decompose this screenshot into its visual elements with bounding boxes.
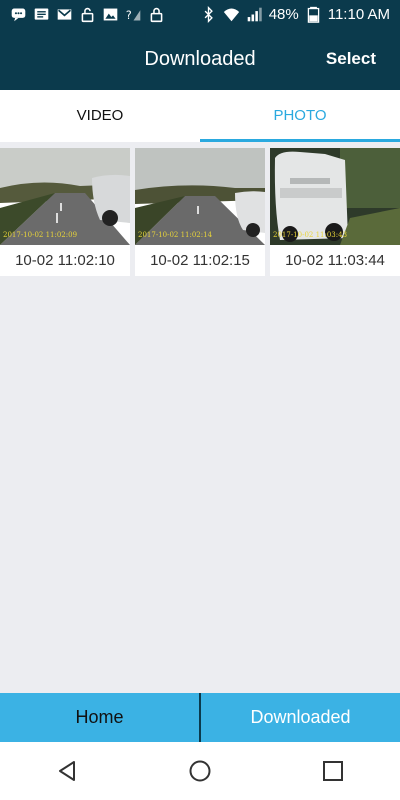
battery-percent: 48% <box>268 5 299 23</box>
clock: 11:10 AM <box>327 5 390 23</box>
select-button[interactable]: Select <box>326 28 376 90</box>
battery-icon <box>305 6 322 23</box>
photo-thumbnail: 2017-10-02 11:02:09 <box>0 148 130 245</box>
notification-icons: ? <box>10 6 165 23</box>
cell-signal-icon <box>246 6 263 23</box>
home-tab[interactable]: Home <box>0 693 201 742</box>
photo-caption: 10-02 11:02:15 <box>150 252 250 269</box>
app-header: Downloaded Select <box>0 28 400 90</box>
image-icon <box>102 6 119 23</box>
media-tabs: VIDEO PHOTO <box>0 90 400 142</box>
system-nav-bar <box>0 742 400 800</box>
downloaded-tab[interactable]: Downloaded <box>201 693 400 742</box>
gmail-icon <box>56 6 73 23</box>
svg-text:?: ? <box>126 8 132 21</box>
photo-item[interactable]: 2017-10-02 11:02:09 10-02 11:02:10 <box>0 148 130 276</box>
photo-caption: 10-02 11:02:10 <box>15 252 115 269</box>
photo-timestamp: 2017-10-02 11:03:43 <box>273 231 348 239</box>
photo-item[interactable]: 2017-10-02 11:02:14 10-02 11:02:15 <box>135 148 265 276</box>
chat-icon <box>10 6 27 23</box>
photo-thumbnail: 2017-10-02 11:03:43 <box>270 148 400 245</box>
photo-item[interactable]: 2017-10-02 11:03:43 10-02 11:03:44 <box>270 148 400 276</box>
message-icon <box>33 6 50 23</box>
tab-video[interactable]: VIDEO <box>0 90 200 142</box>
lock-icon <box>148 6 165 23</box>
signal-question-icon: ? <box>125 6 142 23</box>
tab-photo[interactable]: PHOTO <box>200 90 400 142</box>
photo-timestamp: 2017-10-02 11:02:14 <box>138 231 213 239</box>
photo-thumbnail: 2017-10-02 11:02:14 <box>135 148 265 245</box>
bluetooth-icon <box>200 5 217 23</box>
lock-open-icon <box>79 6 96 23</box>
recents-icon[interactable] <box>313 751 353 791</box>
photo-timestamp: 2017-10-02 11:02:09 <box>3 231 78 239</box>
bottom-nav: Home Downloaded <box>0 693 400 742</box>
photo-grid: 2017-10-02 11:02:09 10-02 11:02:10 2017-… <box>0 148 400 276</box>
back-icon[interactable] <box>47 751 87 791</box>
wifi-icon <box>223 6 240 23</box>
home-icon[interactable] <box>180 751 220 791</box>
status-bar: ? 48% 11:10 AM <box>0 0 400 28</box>
system-status: 48% 11:10 AM <box>200 6 390 23</box>
photo-caption: 10-02 11:03:44 <box>285 252 385 269</box>
